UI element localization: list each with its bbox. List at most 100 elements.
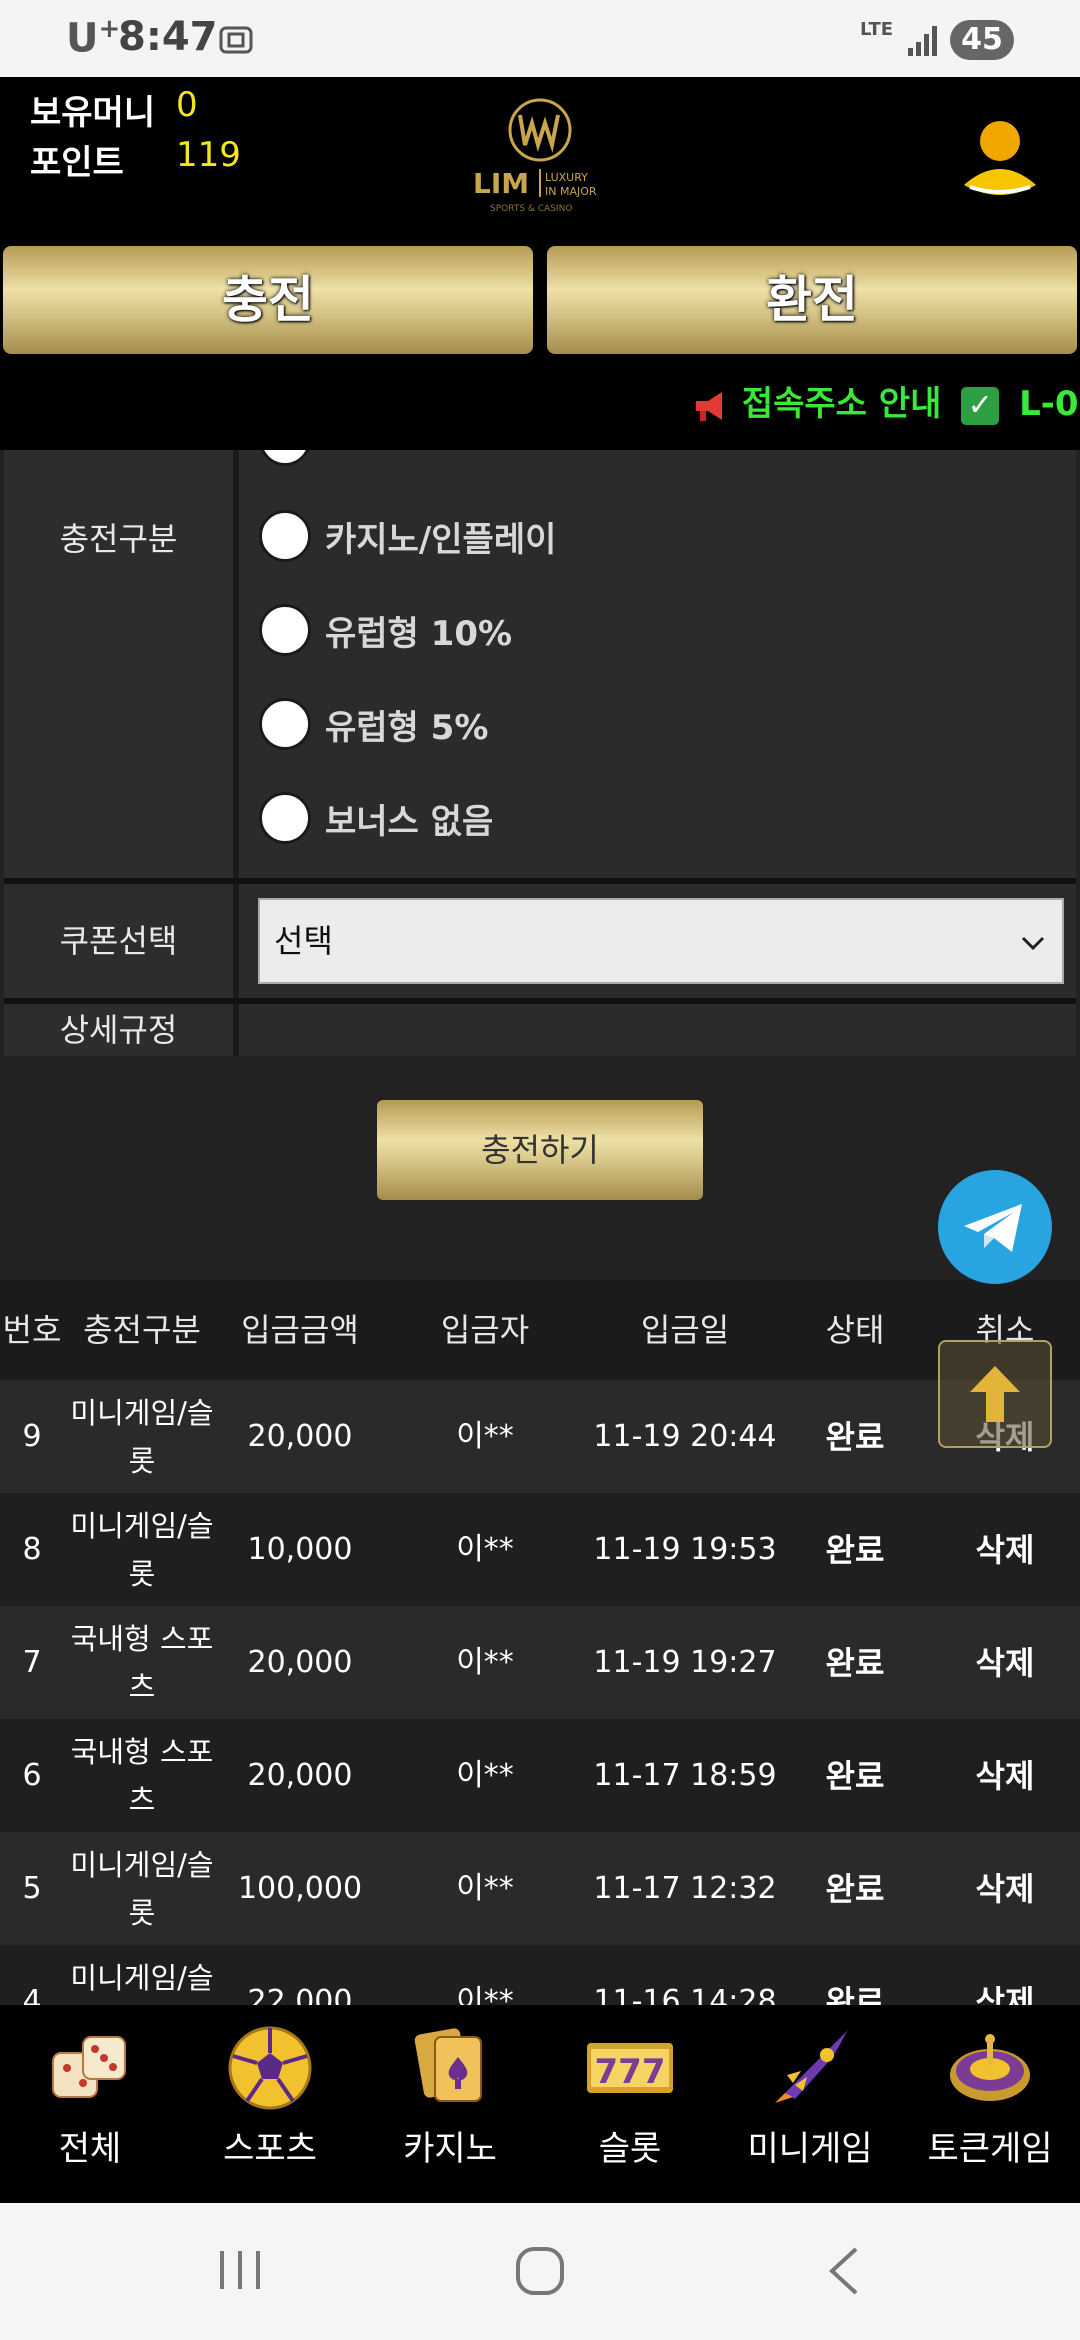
row-status: 완료 — [825, 1756, 885, 1795]
delete-button[interactable]: 삭제 — [920, 1945, 1080, 2006]
nav-label: 슬롯 — [598, 2129, 662, 2169]
row-number: 7 — [22, 1644, 42, 1680]
row-status: 완료 — [825, 1982, 885, 2006]
submit-charge-button[interactable]: 충전하기 — [377, 1100, 703, 1200]
scroll-to-top-button[interactable] — [938, 1340, 1052, 1448]
delete-button[interactable]: 삭제 — [920, 1606, 1080, 1719]
megaphone-icon — [696, 391, 722, 421]
row-type: 미니게임/슬롯 — [70, 1395, 214, 1478]
row-type: 미니게임/슬롯 — [70, 1960, 214, 1995]
notice-text-container: 접속주소 안내 ✓ L-001. — [690, 376, 1080, 426]
svg-text:LIM: LIM — [473, 167, 529, 200]
balance-value: 0 — [176, 85, 198, 125]
row-status: 완료 — [825, 1869, 885, 1908]
rocket-icon — [775, 2029, 849, 2103]
notice-text: 접속주소 안내 — [741, 384, 942, 424]
row-number: 6 — [22, 1757, 42, 1793]
charge-type-label: 충전구분 — [4, 450, 239, 878]
row-status: 완료 — [825, 1417, 885, 1456]
nav-item-minigame[interactable]: 미니게임 — [720, 2005, 900, 2203]
svg-text:SPORTS & CASINO: SPORTS & CASINO — [490, 204, 572, 214]
nav-item-all[interactable]: 전체 — [0, 2005, 180, 2203]
site-logo[interactable]: LIM LUXURY IN MAJOR SPORTS & CASINO — [470, 95, 610, 215]
chevron-down-icon — [1021, 936, 1045, 951]
svg-text:LUXURY: LUXURY — [545, 171, 588, 184]
column-header: 번호 — [2, 1311, 62, 1349]
nav-item-token-game[interactable]: 토큰게임 — [900, 2005, 1080, 2203]
row-amount: 20,000 — [247, 1757, 353, 1793]
nav-item-sports[interactable]: 스포츠 — [180, 2005, 360, 2203]
nav-label: 스포츠 — [223, 2129, 317, 2169]
row-number: 8 — [22, 1531, 42, 1567]
coupon-select-value: 선택 — [274, 922, 333, 960]
row-amount: 22,000 — [247, 1983, 353, 2006]
recent-apps-icon[interactable] — [216, 2247, 264, 2293]
telegram-button[interactable] — [938, 1170, 1052, 1284]
row-type: 국내형 스포 츠 — [70, 1621, 214, 1704]
charge-option-label: 보너스 없음 — [325, 801, 494, 842]
nav-item-slot[interactable]: 777 슬롯 — [540, 2005, 720, 2203]
home-icon[interactable] — [514, 2245, 566, 2297]
points-label: 포인트 — [30, 143, 124, 183]
svg-text:777: 777 — [595, 2052, 666, 2092]
balance-row: 보유머니 0 — [30, 85, 198, 134]
table-row: 8 미니게임/슬 롯 10,000 이** 11-19 19:53 완료 삭제 — [0, 1493, 1080, 1606]
charge-option-euro-5[interactable]: 유럽형 5% — [259, 694, 488, 754]
row-depositor: 이** — [456, 1870, 514, 1906]
charge-button[interactable]: 충전 — [3, 246, 533, 354]
radio-button[interactable] — [259, 604, 311, 656]
charge-option-label: 유럽형 5% — [325, 707, 489, 748]
coupon-select[interactable]: 선택 — [258, 898, 1064, 984]
charge-option-euro-10[interactable]: 유럽형 10% — [259, 600, 512, 660]
svg-text:IN MAJOR: IN MAJOR — [545, 185, 597, 198]
clock: 8:47 — [118, 14, 218, 60]
dice-icon — [52, 2036, 126, 2098]
row-number: 4 — [22, 1983, 42, 2006]
roulette-icon — [950, 2034, 1030, 2101]
column-header: 입금일 — [640, 1311, 730, 1349]
charge-option-no-bonus[interactable]: 보너스 없음 — [259, 788, 493, 848]
nav-label: 미니게임 — [747, 2129, 873, 2169]
status-bar: U+ 8:47 LTE 45 — [0, 0, 1080, 77]
row-amount: 20,000 — [247, 1418, 353, 1454]
cards-icon — [414, 2028, 482, 2102]
row-date: 11-19 19:27 — [593, 1644, 777, 1680]
back-icon[interactable] — [824, 2245, 864, 2297]
row-depositor: 이** — [456, 1531, 514, 1567]
charge-option-label: 카지노/인플레이 — [325, 519, 557, 560]
delete-button[interactable]: 삭제 — [920, 1493, 1080, 1606]
table-row: 4 미니게임/슬롯 22,000 이** 11-16 14:28 완료 삭제 — [0, 1945, 1080, 2005]
screen-capture-icon — [219, 26, 253, 54]
exchange-button[interactable]: 환전 — [547, 246, 1077, 354]
radio-button[interactable] — [259, 450, 311, 466]
coupon-label: 쿠폰선택 — [4, 884, 239, 998]
nav-label: 토큰게임 — [927, 2129, 1053, 2169]
points-value: 119 — [176, 135, 241, 175]
checkmark-icon: ✓ — [961, 386, 1000, 425]
row-amount: 20,000 — [247, 1644, 353, 1680]
row-date: 11-19 20:44 — [593, 1418, 777, 1454]
charge-option-casino[interactable]: 카지노/인플레이 — [259, 506, 556, 566]
battery-indicator: 45 — [950, 20, 1014, 60]
row-amount: 10,000 — [247, 1531, 353, 1567]
notice-marquee[interactable]: 접속주소 안내 ✓ L-001. — [0, 354, 1080, 450]
radio-button[interactable] — [259, 698, 311, 750]
radio-button[interactable] — [259, 792, 311, 844]
radio-button[interactable] — [259, 510, 311, 562]
profile-icon[interactable] — [960, 117, 1040, 202]
delete-button[interactable]: 삭제 — [920, 1832, 1080, 1945]
content-area: 충전구분 카지노/인플레이 유럽형 10% 유럽형 5% 보너스 없음 쿠폰선택… — [0, 450, 1080, 2005]
row-depositor: 이** — [456, 1644, 514, 1680]
nav-item-casino[interactable]: 카지노 — [360, 2005, 540, 2203]
row-date: 11-19 19:53 — [593, 1531, 777, 1567]
column-header: 상태 — [825, 1311, 885, 1349]
points-row: 포인트 119 — [30, 135, 241, 184]
table-row: 6 국내형 스포 츠 20,000 이** 11-17 18:59 완료 삭제 — [0, 1719, 1080, 1832]
row-date: 11-17 18:59 — [593, 1757, 777, 1793]
delete-button[interactable]: 삭제 — [920, 1719, 1080, 1832]
row-status: 완료 — [825, 1643, 885, 1682]
row-date: 11-16 14:28 — [593, 1983, 777, 2006]
rules-label: 상세규정 — [4, 1004, 239, 1056]
charge-option-partial[interactable] — [259, 450, 325, 470]
telegram-icon — [964, 1204, 1022, 1252]
